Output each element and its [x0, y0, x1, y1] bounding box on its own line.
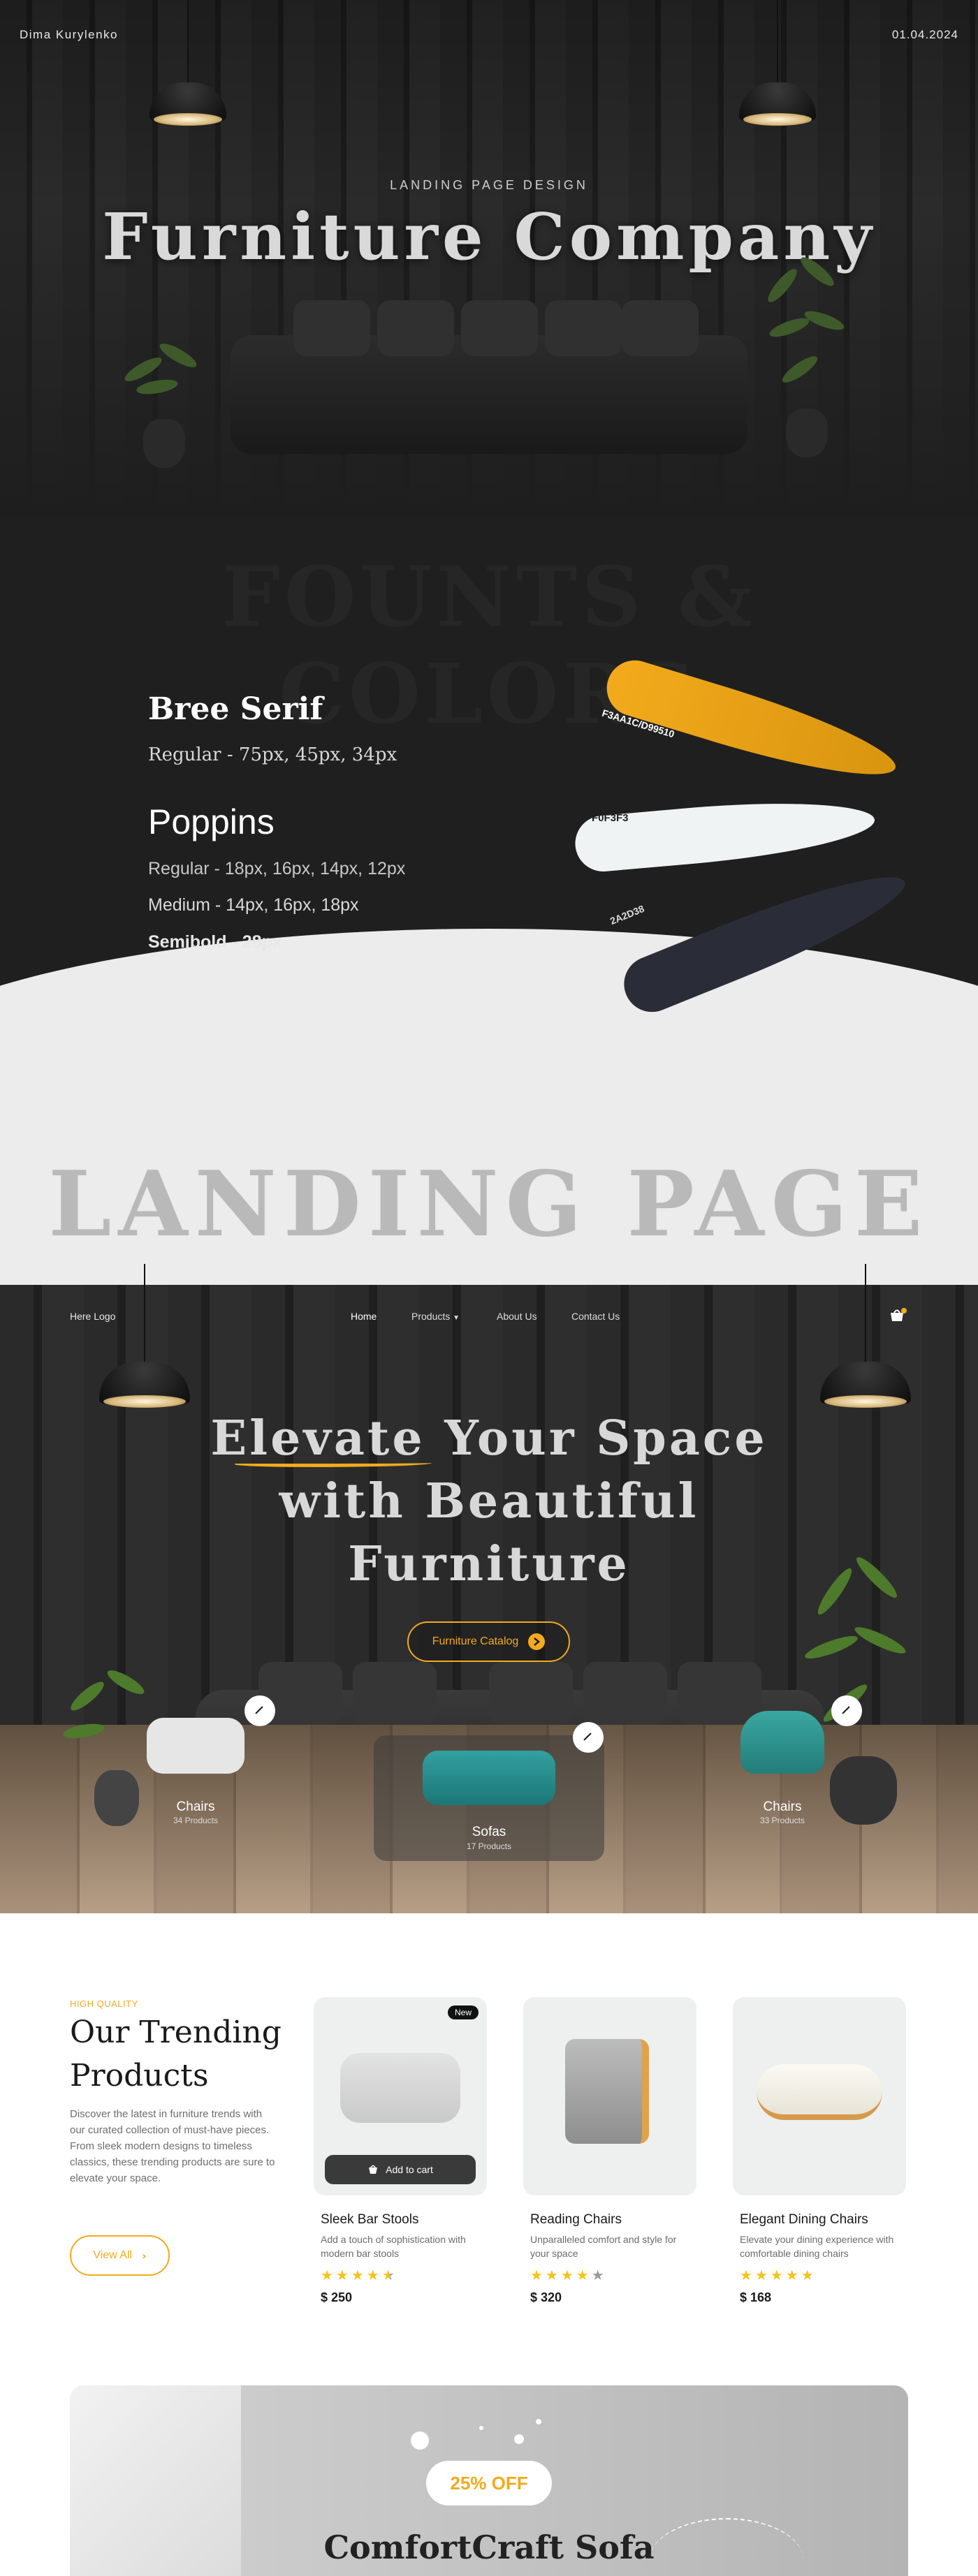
- view-all-button[interactable]: View All ›: [70, 2235, 170, 2276]
- category-count: 17 Products: [466, 1841, 512, 1851]
- category-card-sofas[interactable]: Sofas 17 Products: [374, 1735, 604, 1861]
- chevron-down-icon: ▼: [453, 1314, 460, 1322]
- nav-products-label: Products: [411, 1311, 451, 1322]
- decor-dot: [479, 2426, 483, 2430]
- category-name: Chairs: [176, 1799, 215, 1814]
- product-price: $ 320: [530, 2290, 562, 2304]
- view-all-label: View All: [93, 2249, 133, 2261]
- author-name: Dima Kurylenko: [20, 28, 118, 41]
- font1-name: Bree Serif: [148, 691, 323, 727]
- font1-sizes: Regular - 75px, 45px, 34px: [148, 744, 397, 765]
- category-card-chairs-right[interactable]: Chairs 33 Products: [720, 1704, 845, 1830]
- discount-badge: 25% OFF: [426, 2461, 552, 2505]
- product-card-image-2[interactable]: [523, 1997, 696, 2195]
- armchair-teal-illustration: [740, 1711, 824, 1774]
- cart-icon: [369, 2165, 378, 2174]
- product-price: $ 168: [740, 2290, 772, 2304]
- site-logo[interactable]: Here Logo: [70, 1311, 115, 1322]
- hotspot-sofa[interactable]: [573, 1722, 604, 1753]
- product-description: Add a touch of sophistication with moder…: [321, 2234, 466, 2259]
- nav-contact[interactable]: Contact Us: [571, 1311, 620, 1322]
- sofa-illustration: [231, 300, 747, 454]
- font2-regular: Regular - 18px, 16px, 14px, 12px: [148, 859, 406, 878]
- category-name: Chairs: [763, 1799, 802, 1814]
- decor-dot: [536, 2419, 541, 2424]
- decor-dot: [411, 2431, 429, 2450]
- product-rating-stars: ★★★★★: [530, 2267, 607, 2283]
- armchair-white-illustration: [147, 1718, 245, 1774]
- cart-icon: [891, 1308, 907, 1321]
- nav-about[interactable]: About Us: [497, 1311, 537, 1322]
- product-card-image-3[interactable]: [733, 1997, 906, 2195]
- new-badge: New: [447, 2005, 479, 2019]
- hotspot-chair-left[interactable]: [245, 1695, 275, 1726]
- page-root: Dima Kurylenko 01.04.2024 LANDING PAGE D…: [0, 0, 978, 2576]
- hotspot-chair-right[interactable]: [831, 1695, 862, 1726]
- add-to-cart-button[interactable]: Add to cart: [325, 2155, 476, 2184]
- presentation-date: 01.04.2024: [891, 28, 958, 41]
- landing-lamp-right: [820, 1264, 911, 1408]
- product-rating-stars: ★★★★★: [740, 2267, 817, 2283]
- promo-banner: 25% OFF ComfortCraft Sofa: [70, 2385, 908, 2576]
- product-description: Elevate your dining experience with comf…: [740, 2234, 894, 2259]
- armchair-grey-illustration: [340, 2053, 460, 2123]
- furniture-catalog-button[interactable]: Furniture Catalog: [407, 1621, 570, 1662]
- nav-home[interactable]: Home: [351, 1311, 377, 1322]
- presentation-hero: Dima Kurylenko 01.04.2024 LANDING PAGE D…: [0, 0, 978, 517]
- hero-title-highlight: Elevate: [210, 1411, 425, 1466]
- font2-name: Poppins: [148, 802, 275, 841]
- pendant-lamp-right: [739, 0, 816, 126]
- product-description: Unparalleled comfort and style for your …: [530, 2234, 677, 2259]
- landing-hero-title: Elevate Your Space with Beautiful Furnit…: [0, 1407, 978, 1596]
- arrow-right-icon: [528, 1633, 546, 1650]
- fonts-ghost-title: FOUNTS & COLORS: [221, 548, 757, 742]
- product-name[interactable]: Elegant Dining Chairs: [740, 2212, 868, 2228]
- decor-arc: [650, 2518, 803, 2576]
- trending-title-line2: Products: [70, 2058, 209, 2093]
- hero-title-line2: with Beautiful: [279, 1473, 699, 1529]
- hero-title-line1: Elevate Your Space: [0, 1407, 978, 1470]
- color-label-light: F0F3F3: [592, 812, 629, 824]
- hero-title-word: Your Space: [444, 1411, 768, 1466]
- product-card-image-1[interactable]: New Add to cart: [314, 1997, 487, 2195]
- teal-sofa-illustration: [423, 1751, 555, 1805]
- chevron-right-icon: ›: [142, 2249, 147, 2262]
- category-card-chairs-left[interactable]: Chairs 34 Products: [133, 1704, 258, 1830]
- half-star-icon: ★: [381, 2267, 397, 2283]
- hero-title: Furniture Company: [102, 199, 876, 274]
- pendant-lamp-left: [149, 0, 226, 126]
- font2-medium: Medium - 14px, 16px, 18px: [148, 895, 359, 915]
- trending-title-line1: Our Trending: [70, 2015, 282, 2050]
- cart-button[interactable]: [889, 1307, 908, 1325]
- landing-big-title: LANDING PAGE: [48, 1152, 930, 1257]
- category-name: Sofas: [472, 1825, 506, 1839]
- catalog-button-label: Furniture Catalog: [432, 1635, 519, 1647]
- dining-chair-illustration: [757, 2064, 882, 2120]
- add-to-cart-label: Add to cart: [386, 2164, 433, 2175]
- product-name[interactable]: Sleek Bar Stools: [321, 2212, 418, 2228]
- decor-dot: [514, 2434, 524, 2444]
- landing-lamp-left: [99, 1264, 190, 1408]
- nav-products[interactable]: Products ▼: [411, 1311, 460, 1322]
- product-rating-stars: ★★★★★: [321, 2267, 397, 2283]
- hero-subtitle: LANDING PAGE DESIGN: [390, 178, 588, 192]
- font2-semibold: Semibold - 28px: [148, 932, 282, 952]
- trending-description: Discover the latest in furniture trends …: [70, 2108, 275, 2184]
- product-name[interactable]: Reading Chairs: [530, 2212, 622, 2228]
- category-count: 33 Products: [759, 1816, 805, 1825]
- product-price: $ 250: [321, 2290, 353, 2304]
- trending-eyebrow: HIGH QUALITY: [70, 1999, 138, 2009]
- trending-title: Our Trending Products: [70, 2011, 282, 2098]
- category-count: 34 Products: [173, 1816, 219, 1825]
- reading-chair-illustration: [565, 2039, 649, 2144]
